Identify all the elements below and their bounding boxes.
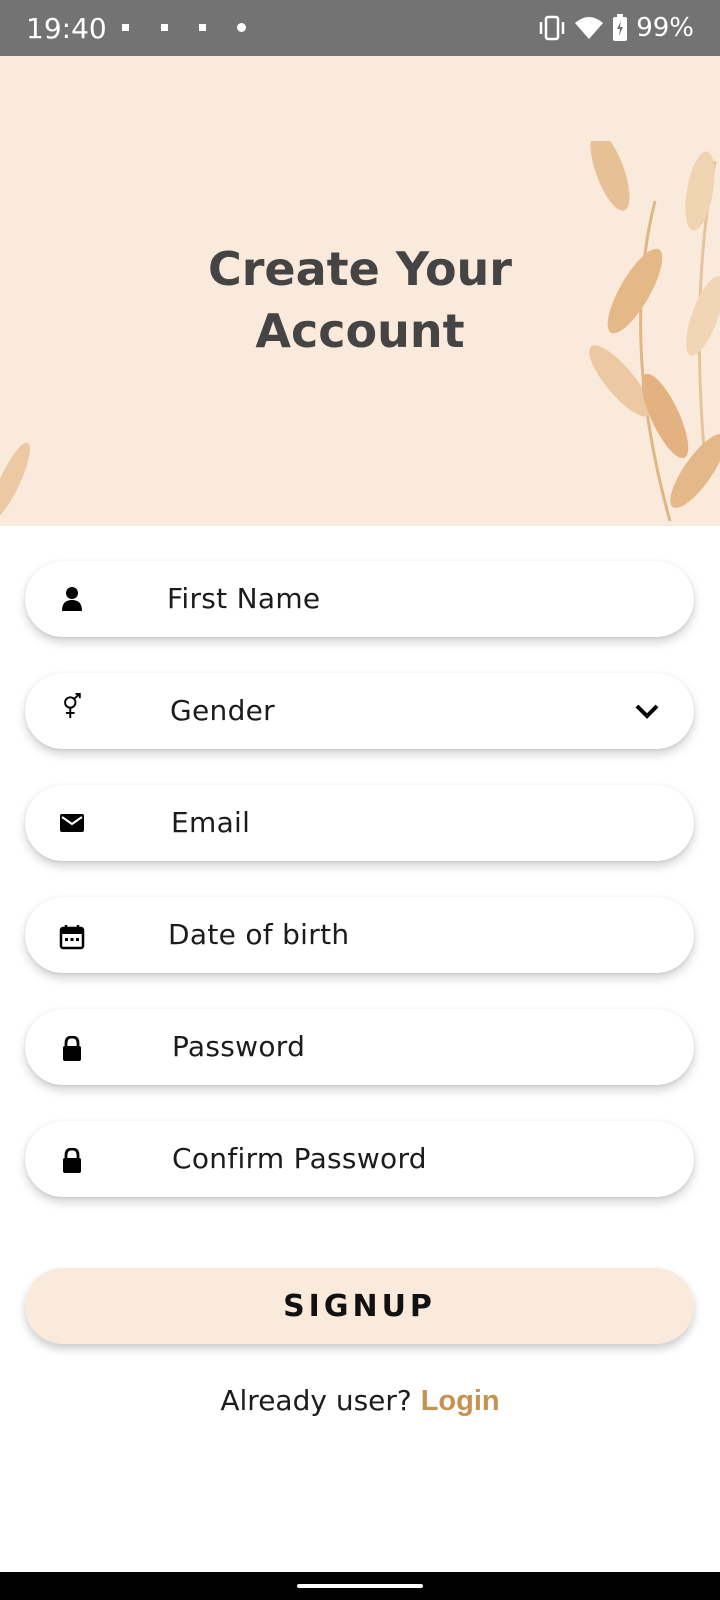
first-name-placeholder: First Name (167, 582, 321, 615)
wifi-icon (575, 17, 604, 39)
notification-dot-icon (122, 24, 129, 31)
lock-icon (63, 1148, 81, 1173)
notification-dot-icon (161, 24, 168, 31)
navigation-bar (0, 1572, 720, 1600)
lock-icon (63, 1036, 81, 1061)
status-time: 19:40 (26, 12, 107, 45)
gender-dropdown[interactable]: Gender (25, 673, 694, 749)
gender-icon (64, 693, 81, 719)
gender-placeholder: Gender (170, 694, 275, 727)
password-placeholder: Password (172, 1030, 306, 1063)
notification-dot-icon (199, 24, 206, 31)
page-title: Create Your Account (207, 242, 512, 358)
date-of-birth-field[interactable]: Date of birth (25, 897, 694, 973)
signup-button[interactable]: SIGNUP (25, 1268, 694, 1344)
leaf-decoration-icon (0, 442, 30, 520)
password-field[interactable]: Password (25, 1009, 694, 1085)
date-of-birth-placeholder: Date of birth (168, 918, 350, 951)
login-prompt: Already user? Login (0, 1384, 720, 1418)
calendar-icon (59, 925, 85, 950)
confirm-password-field[interactable]: Confirm Password (25, 1121, 694, 1197)
mail-icon (60, 814, 84, 832)
login-link[interactable]: Login (421, 1385, 500, 1417)
home-handle[interactable] (297, 1584, 423, 1588)
confirm-password-placeholder: Confirm Password (172, 1142, 427, 1175)
email-field[interactable]: Email (25, 785, 694, 861)
status-bar: 19:40 99% (0, 0, 720, 56)
login-prompt-text: Already user? (220, 1384, 412, 1417)
status-right-group: 99% (538, 13, 694, 43)
notification-dot-icon (237, 23, 246, 32)
battery-charging-icon (613, 14, 628, 41)
person-icon (62, 587, 82, 611)
email-placeholder: Email (171, 806, 251, 839)
vibrate-icon (539, 15, 565, 41)
first-name-field[interactable]: First Name (25, 561, 694, 637)
battery-percentage: 99% (636, 13, 694, 43)
chevron-down-icon[interactable] (634, 701, 660, 721)
header-banner: Create Your Account (0, 56, 720, 526)
